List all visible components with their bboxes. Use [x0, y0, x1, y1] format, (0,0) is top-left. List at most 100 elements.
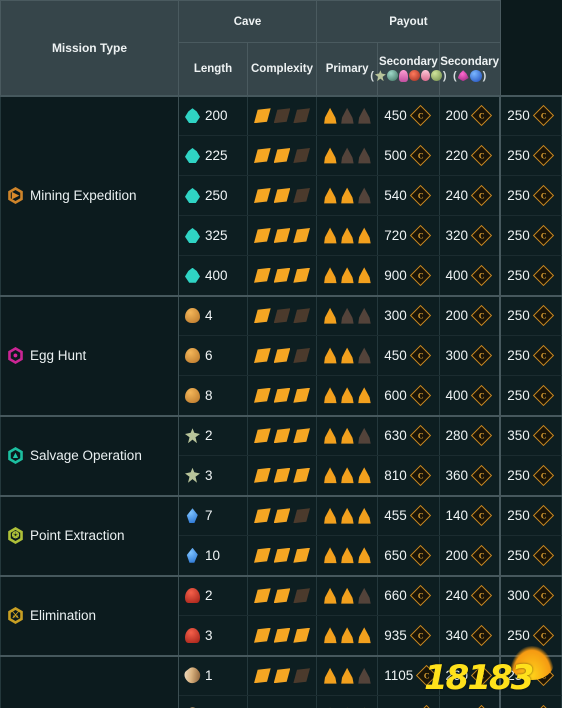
salvage-icon: ▲	[7, 447, 24, 464]
payout-secondary-1-cell: 200 C	[438, 94, 501, 136]
payout-secondary-1-amount: 400	[445, 267, 469, 283]
length-pip-1	[254, 188, 271, 203]
pickaxe-icon-resource	[185, 108, 200, 124]
length-pips	[254, 267, 311, 283]
cave-complexity-cell	[315, 255, 379, 296]
payout-primary-cell: 900 C	[377, 255, 440, 296]
credit-icon: C	[409, 264, 431, 286]
payout-primary-amount: 455	[384, 508, 407, 524]
primary-objective-count-cell: 7	[178, 494, 248, 536]
payout-secondary-1-cell: 240 C	[438, 175, 501, 216]
mission-payout-table-screen: Mission Type Cave Payout Length Complexi…	[0, 0, 562, 708]
length-pip-2	[273, 467, 291, 483]
payout-secondary-2-cell: 250C	[499, 375, 562, 416]
payout-primary-amount: 600	[384, 387, 407, 403]
payout-secondary-2-cell: 250C	[499, 654, 562, 696]
complexity-pip-3	[358, 307, 371, 324]
complexity-pips	[323, 107, 371, 124]
complexity-pip-1	[324, 507, 337, 524]
payout-primary-cell: 600 C	[377, 375, 440, 416]
mission-type-cell[interactable]: ● Egg Hunt	[0, 294, 179, 416]
mission-type-cell[interactable]: ▶ Mining Expedition	[0, 94, 179, 296]
payout-secondary-2-cell: 250C	[499, 695, 562, 708]
elimination-icon: ⚔	[7, 607, 24, 624]
length-pip-2	[273, 228, 291, 243]
complexity-pip-3	[358, 107, 371, 124]
payout-secondary-2-amount: 300	[507, 588, 530, 604]
elimination-icon-resource	[185, 627, 200, 643]
credit-icon: C	[532, 544, 554, 566]
payout-secondary-1-amount: 400	[445, 387, 469, 403]
salvage-icon-resource	[185, 467, 200, 483]
length-pip-2	[273, 108, 291, 124]
payout-secondary-2-amount: 250	[507, 627, 530, 643]
complexity-pip-2	[341, 307, 354, 324]
complexity-pip-1	[324, 107, 337, 124]
complexity-pip-3	[358, 147, 371, 164]
payout-secondary-1-cell: 300 C	[438, 335, 501, 376]
column-group-header-payout: Payout	[316, 0, 501, 43]
complexity-pip-3	[358, 347, 371, 364]
complexity-pip-3	[358, 267, 371, 284]
primary-objective-count: 6	[205, 348, 213, 363]
payout-secondary-1-cell: 360 C	[438, 455, 501, 496]
length-pip-3	[293, 428, 311, 444]
complexity-pips	[323, 587, 371, 604]
length-pip-3	[293, 228, 311, 243]
primary-objective-count-cell: 200	[178, 94, 248, 136]
payout-secondary-2-amount: 250	[507, 348, 530, 363]
cave-length-cell	[247, 215, 317, 256]
length-pip-3	[293, 467, 311, 483]
complexity-pips	[323, 187, 371, 204]
mission-payout-table: Mission Type Cave Payout Length Complexi…	[0, 0, 562, 708]
credit-icon: C	[470, 224, 493, 247]
length-pips	[254, 547, 311, 563]
length-pip-1	[254, 627, 271, 643]
egg-icon: ●	[7, 347, 24, 364]
orb-icon	[469, 69, 482, 82]
length-pip-2	[273, 588, 291, 604]
secondary-1-resource-icons: ( )	[370, 69, 447, 82]
primary-objective-count: 1	[205, 668, 213, 684]
payout-secondary-1-amount: 220	[445, 148, 469, 163]
mission-type-cell[interactable]: ⚔ Elimination	[0, 574, 179, 656]
payout-primary-amount: 720	[384, 228, 407, 243]
length-pip-2	[273, 627, 291, 643]
point-extraction-icon: ❂	[7, 527, 24, 544]
length-pips	[254, 108, 311, 124]
complexity-pips	[323, 467, 371, 484]
payout-primary-amount: 650	[384, 547, 407, 563]
mission-type-cell[interactable]: ▲ Salvage Operation	[0, 414, 179, 496]
mission-type-cell[interactable]: ❂ Point Extraction	[0, 494, 179, 576]
payout-secondary-2-cell: 250C	[499, 615, 562, 656]
payout-primary-cell: 300 C	[377, 294, 440, 336]
primary-objective-count: 2	[205, 588, 213, 604]
payout-secondary-2-cell: 350 C	[499, 414, 562, 456]
table-row: ▶ Mining Expedition 200 450 C 200 C 250 C	[0, 94, 562, 296]
complexity-pip-3	[358, 507, 371, 524]
payout-primary-amount: 810	[384, 467, 407, 483]
credit-icon: C	[532, 384, 554, 406]
length-pip-2	[273, 188, 291, 203]
complexity-pips	[323, 507, 371, 524]
payout-secondary-2-amount: 250	[507, 188, 530, 203]
primary-objective-count-cell: 4	[178, 294, 248, 336]
complexity-pip-3	[358, 187, 371, 204]
primary-objective-count-cell: 8	[178, 375, 248, 416]
complexity-pips	[323, 307, 371, 324]
table-row: ❂ Point Extraction 7 455 C 140 C 250 C	[0, 494, 562, 576]
complexity-pips	[323, 547, 371, 564]
credit-icon: C	[409, 184, 431, 207]
credit-icon: C	[409, 144, 431, 167]
cave-complexity-cell	[315, 94, 379, 136]
complexity-pips	[323, 147, 371, 164]
primary-objective-count-cell: 1	[178, 695, 248, 708]
payout-secondary-2-amount: 250	[507, 148, 530, 163]
complexity-pip-2	[341, 227, 354, 244]
payout-primary-cell: 455 C	[377, 494, 440, 536]
payout-secondary-2-amount: 250	[507, 108, 530, 124]
primary-objective-count: 8	[205, 387, 213, 403]
payout-secondary-1-cell: 280C	[438, 695, 501, 708]
credit-icon: C	[470, 585, 493, 607]
mission-type-cell[interactable]: ⛁Escort Duty	[0, 654, 179, 708]
